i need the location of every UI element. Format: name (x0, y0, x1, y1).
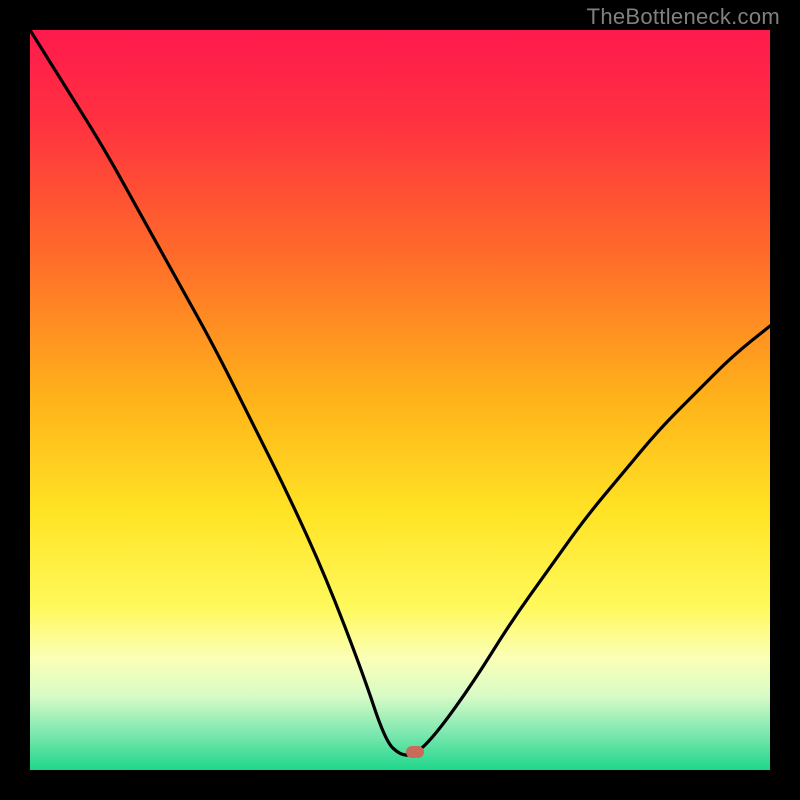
curve-path (30, 30, 770, 755)
chart-frame: TheBottleneck.com (0, 0, 800, 800)
watermark-text: TheBottleneck.com (587, 4, 780, 30)
bottleneck-curve (30, 30, 770, 770)
optimum-marker (406, 746, 424, 758)
plot-area (30, 30, 770, 770)
